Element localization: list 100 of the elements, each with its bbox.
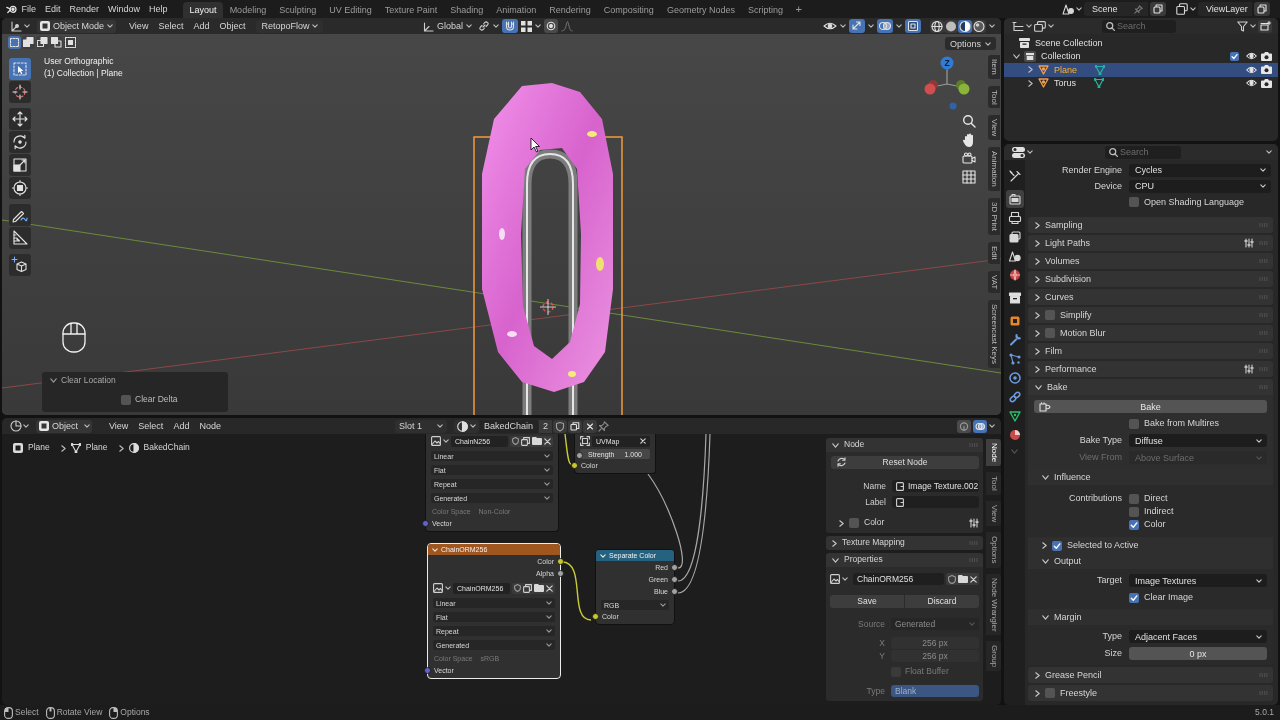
sidebar-tab[interactable]: Tool [988, 85, 1000, 109]
add-workspace-button[interactable]: + [789, 1, 808, 17]
move-icon[interactable] [9, 108, 31, 130]
pin-icon[interactable] [598, 420, 609, 432]
chevron-down-icon[interactable] [1013, 53, 1020, 59]
enum-option[interactable]: Blank [891, 685, 979, 697]
workspace-tab[interactable]: Layout [183, 2, 224, 18]
magnet-icon[interactable] [502, 19, 518, 33]
chevron-right-icon[interactable] [1035, 365, 1040, 373]
close-icon[interactable] [640, 438, 646, 444]
panel-header[interactable]: Node [826, 438, 983, 452]
circles-icon[interactable] [973, 419, 987, 433]
folder-icon[interactable] [958, 575, 968, 583]
menu-item[interactable]: File [17, 1, 41, 17]
images-icon[interactable] [1034, 20, 1046, 32]
selection-mode-icon[interactable] [36, 36, 49, 49]
checkbox[interactable] [1129, 592, 1139, 603]
sidebar-tab[interactable]: Animation [988, 147, 1000, 192]
panel-header[interactable]: Curves [1028, 289, 1273, 305]
ruler-icon[interactable] [9, 227, 31, 249]
workspace-tab[interactable]: Rendering [542, 2, 598, 18]
sidebar-tab[interactable]: Node [986, 439, 1001, 467]
transform-icon[interactable] [9, 177, 31, 199]
mode-dropdown[interactable]: Object Mode [37, 19, 117, 33]
socket-icon[interactable] [592, 612, 599, 620]
logo-icon[interactable] [6, 4, 17, 14]
grid-icon[interactable] [962, 170, 976, 184]
folder-icon[interactable] [532, 437, 542, 445]
panel-header[interactable]: Texture Mapping [826, 536, 983, 550]
search-field[interactable]: Search [1105, 145, 1181, 159]
panel-header[interactable]: Grease Pencil [1028, 667, 1273, 683]
axes-icon[interactable] [10, 20, 23, 32]
checkbox[interactable] [1129, 418, 1139, 429]
sliders-icon[interactable] [1244, 364, 1254, 374]
menu-item[interactable]: Help [144, 1, 173, 17]
close-icon[interactable] [546, 584, 553, 592]
menu-item[interactable]: Window [103, 1, 145, 17]
checkbox[interactable] [849, 518, 859, 528]
target-icon[interactable] [544, 19, 558, 33]
chevron-right-icon[interactable] [1035, 239, 1040, 247]
images-icon[interactable] [1176, 3, 1188, 15]
menu-item[interactable]: Select [153, 19, 189, 33]
material-field[interactable]: BakedChain [480, 419, 538, 433]
workspace-tab[interactable]: Shading [443, 2, 490, 18]
shield-icon[interactable] [512, 437, 519, 445]
checkbox[interactable] [1045, 310, 1055, 320]
image-field[interactable]: ChainORM256 [853, 573, 944, 585]
checkbox[interactable] [1230, 51, 1239, 61]
checkbox[interactable] [1129, 493, 1139, 504]
workspace-tab[interactable]: Scripting [741, 2, 790, 18]
chevron-right-icon[interactable] [1035, 221, 1040, 229]
viewport-canvas[interactable]: User Orthographic (1) Collection | Plane Options Z Item Tool View Animation 3D Print Edit VAT Screencast Keys Clear Location Clear Delta [2, 34, 1001, 415]
material-sphere-icon[interactable] [958, 19, 972, 33]
panel-header[interactable]: Sampling [1028, 217, 1273, 233]
eye-icon[interactable] [1246, 52, 1257, 61]
chevron-right-icon[interactable] [1035, 347, 1040, 355]
workspace-tab[interactable]: Geometry Nodes [660, 2, 742, 18]
close-icon[interactable] [970, 575, 977, 583]
arrows-icon[interactable] [849, 19, 865, 33]
circle-icon[interactable] [10, 420, 22, 432]
checkbox[interactable] [121, 394, 131, 405]
eye-icon[interactable] [1246, 79, 1257, 88]
panel-header[interactable]: Subdivision [1028, 271, 1273, 287]
camera-icon[interactable] [1261, 51, 1272, 61]
menu-item[interactable]: Object [214, 19, 251, 33]
text-field[interactable]: Image Texture.002 [892, 480, 979, 492]
chevron-right-icon[interactable] [1035, 257, 1040, 265]
sidebar-tab[interactable]: Edit [988, 241, 1000, 264]
breadcrumb-item[interactable]: Plane [85, 443, 108, 453]
tree-row[interactable]: Collection [1004, 49, 1278, 63]
reset-button[interactable]: Reset Node [831, 455, 979, 469]
chevron-right-icon[interactable] [1035, 311, 1040, 319]
checkbox-label[interactable]: Color [864, 518, 885, 528]
sidebar-tab[interactable]: Group [986, 641, 1001, 672]
object-dropdown[interactable]: Object [36, 419, 92, 433]
panel-title[interactable]: Clear Location [61, 376, 116, 386]
sliders-icon[interactable] [1244, 238, 1254, 248]
close-icon[interactable] [583, 419, 597, 433]
panel-header[interactable]: Simplify [1028, 307, 1273, 323]
duplicate-icon[interactable] [523, 583, 532, 593]
checkbox[interactable] [1129, 519, 1139, 530]
dropdown[interactable]: Cycles [1129, 163, 1271, 177]
shield-icon[interactable] [948, 574, 956, 584]
checkbox[interactable] [1045, 328, 1055, 338]
tree-row[interactable]: Plane [1004, 63, 1278, 77]
rotate-icon[interactable] [9, 131, 31, 153]
checkbox-label[interactable]: Color [1144, 519, 1166, 530]
scale-icon[interactable] [9, 154, 31, 176]
chevron-right-icon[interactable] [1035, 689, 1040, 697]
hand-icon[interactable] [962, 132, 976, 148]
chevron-right-icon[interactable] [1028, 79, 1033, 87]
slot-dropdown[interactable]: Slot 1 [395, 419, 447, 433]
dropdown[interactable]: Adjacent Faces [1129, 630, 1267, 643]
sidebar-tab[interactable]: Node Wrangler [986, 573, 1001, 636]
checkbox-label[interactable]: Indirect [1144, 506, 1174, 517]
menu-item[interactable]: Select [133, 419, 169, 433]
panel-header[interactable]: Freestyle [1028, 685, 1273, 701]
selection-mode-icon[interactable] [22, 36, 35, 49]
sidebar-tab[interactable]: 3D Print [988, 198, 1000, 235]
camera-icon[interactable] [1005, 190, 1024, 208]
